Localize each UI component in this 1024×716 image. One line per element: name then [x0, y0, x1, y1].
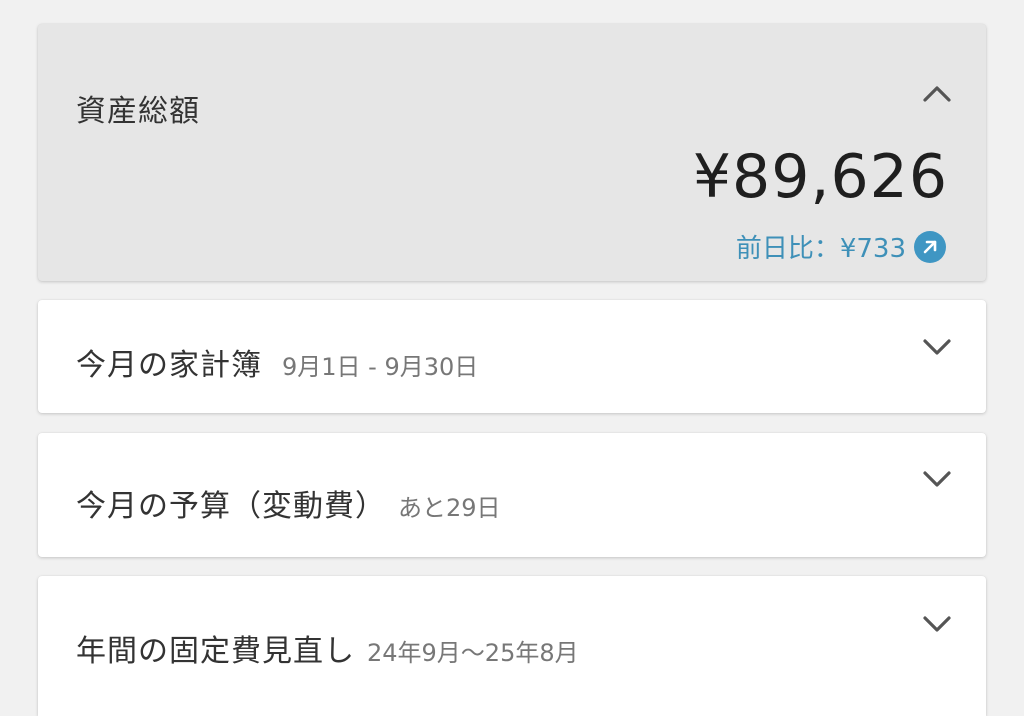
total-assets-card[interactable]: 資産総額 ¥89,626 前日比：¥733 [38, 24, 986, 281]
chevron-up-icon[interactable] [922, 84, 952, 104]
total-assets-title: 資産総額 [76, 94, 200, 129]
arrow-up-right-circle-icon [914, 230, 946, 263]
fixed-cost-title: 年間の固定費見直し [76, 634, 355, 669]
chevron-down-icon[interactable] [922, 614, 952, 634]
monthly-budget-days-left: あと29日 [398, 494, 501, 522]
fixed-cost-period: 24年9月〜25年8月 [367, 639, 579, 667]
day-over-day-label: 前日比：¥733 [735, 234, 906, 264]
monthly-ledger-header: 今月の家計簿 9月1日 - 9月30日 [76, 340, 478, 384]
monthly-budget-title: 今月の予算（変動費） [76, 489, 386, 524]
day-over-day-change: 前日比：¥733 [736, 228, 946, 265]
chevron-down-icon[interactable] [922, 337, 952, 357]
total-assets-amount: ¥89,626 [692, 142, 948, 212]
monthly-budget-header: 今月の予算（変動費） あと29日 [76, 481, 501, 525]
monthly-budget-card[interactable]: 今月の予算（変動費） あと29日 [38, 433, 986, 557]
fixed-cost-header: 年間の固定費見直し 24年9月〜25年8月 [76, 626, 579, 670]
chevron-down-icon[interactable] [922, 469, 952, 489]
monthly-ledger-period: 9月1日 - 9月30日 [282, 353, 479, 381]
monthly-household-ledger-card[interactable]: 今月の家計簿 9月1日 - 9月30日 [38, 300, 986, 413]
annual-fixed-cost-review-card[interactable]: 年間の固定費見直し 24年9月〜25年8月 [38, 576, 986, 716]
monthly-ledger-title: 今月の家計簿 [76, 348, 262, 383]
